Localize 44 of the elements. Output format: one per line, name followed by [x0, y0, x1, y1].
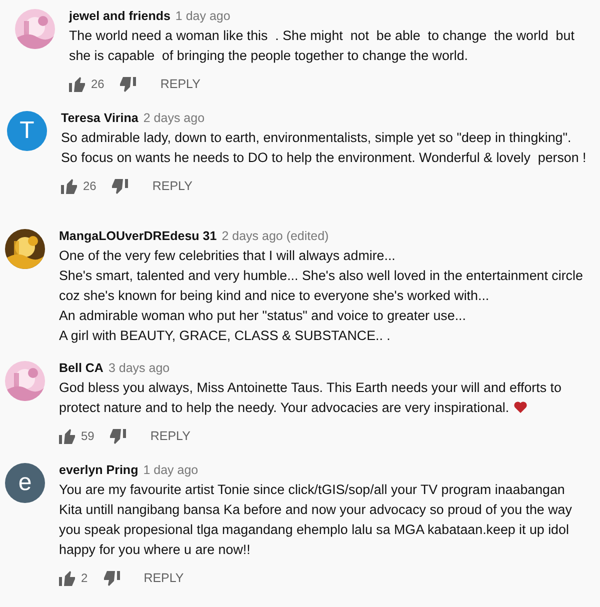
- comment-text: happy for you where u are now!!: [59, 541, 252, 559]
- comment-time[interactable]: 3 days ago: [108, 358, 170, 378]
- avatar[interactable]: T: [7, 111, 47, 151]
- author-name[interactable]: Teresa Virina: [61, 108, 138, 128]
- comment-text: coz she's known for being kind and nice to everyone she's worked with...: [59, 287, 490, 305]
- like-count: 26: [91, 77, 104, 91]
- comment-text: God bless you always, Miss Antoinette Taus. This Earth needs your will and efforts to: [59, 379, 562, 397]
- thumbs-down-icon[interactable]: [112, 178, 128, 194]
- comment-text: The world need a woman like this . She might not be able to change the world but: [69, 27, 574, 45]
- comment-text: she is capable of bringing the people together to change the world.: [69, 47, 470, 65]
- comment-text: protect nature and to help the needy. Your advocacies are very inspirational.: [59, 398, 562, 418]
- heart-icon: [514, 401, 528, 413]
- thumbs-up-icon[interactable]: [69, 76, 85, 92]
- thumbs-down-icon[interactable]: [104, 570, 120, 586]
- comment-time[interactable]: 1 day ago: [175, 6, 230, 26]
- thumbs-up-icon[interactable]: [61, 178, 77, 194]
- thumbs-up-icon[interactable]: [59, 428, 75, 444]
- comment-text: A girl with BEAUTY, GRACE, CLASS & SUBSTANCE.. .: [59, 327, 392, 345]
- reply-button[interactable]: REPLY: [160, 77, 200, 91]
- reply-button[interactable]: REPLY: [150, 429, 190, 443]
- comment-text: You are my favourite artist Tonie since click/tGIS/sop/all your TV program inaabangan: [59, 481, 566, 499]
- comment-text: Kita untill nangibang bansa Ka before and now your advocacy so proud of you the way: [59, 501, 572, 519]
- avatar[interactable]: e: [5, 463, 45, 503]
- like-count: 26: [83, 179, 96, 193]
- author-name[interactable]: jewel and friends: [69, 6, 170, 26]
- like-count: 2: [81, 571, 88, 585]
- author-name[interactable]: everlyn Pring: [59, 460, 138, 480]
- comment-time[interactable]: 1 day ago: [143, 460, 198, 480]
- comment-time[interactable]: 2 days ago: [143, 108, 205, 128]
- comment-text: One of the very few celebrities that I will always admire...: [59, 247, 396, 265]
- author-name[interactable]: MangaLOUverDREdesu 31: [59, 226, 217, 246]
- comment-text: So focus on wants he needs to DO to help the environment. Wonderful & lovely person !: [61, 149, 586, 167]
- reply-button[interactable]: REPLY: [152, 179, 192, 193]
- thumbs-down-icon[interactable]: [120, 76, 136, 92]
- reply-button[interactable]: REPLY: [144, 571, 184, 585]
- comment-text: An admirable woman who put her "status" and voice to greater use...: [59, 307, 467, 325]
- like-count: 59: [81, 429, 94, 443]
- comment-text: She's smart, talented and very humble... She's also well loved in the entertainment circle: [59, 267, 583, 285]
- author-name[interactable]: Bell CA: [59, 358, 104, 378]
- thumbs-down-icon[interactable]: [110, 428, 126, 444]
- thumbs-up-icon[interactable]: [59, 570, 75, 586]
- comment-text: you speak propesional tlga magandang ehemplo lalu sa MGA kabataan.keep it up idol: [59, 521, 570, 539]
- comment-time[interactable]: 2 days ago (edited): [222, 226, 329, 246]
- comment-text: So admirable lady, down to earth, environmentalists, simple yet so "deep in thingking".: [61, 129, 572, 147]
